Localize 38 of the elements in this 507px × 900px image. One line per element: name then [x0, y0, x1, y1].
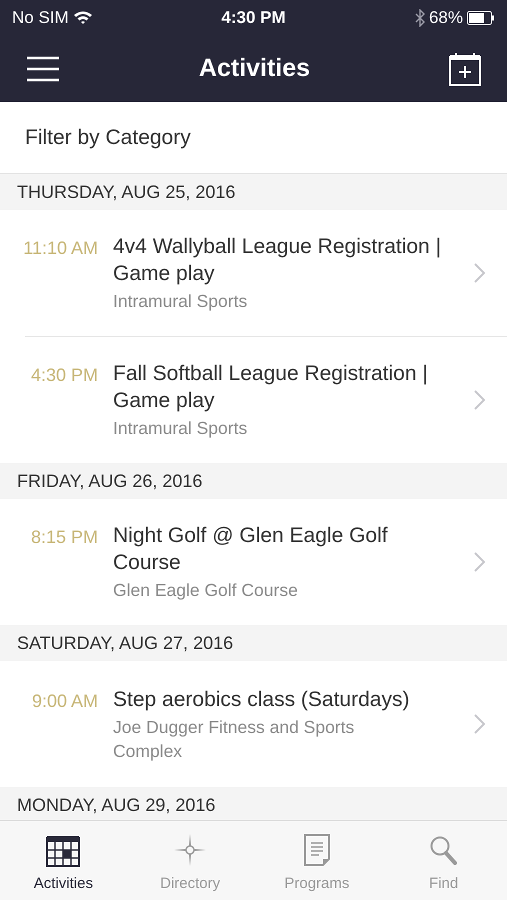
calendar-add-icon[interactable] [448, 52, 481, 86]
page-title: Activities [198, 52, 310, 84]
clock-text: 4:30 PM [221, 6, 286, 29]
chevron-right-icon [474, 263, 485, 283]
date-header: SATURDAY, AUG 27, 2016 [0, 625, 507, 661]
event-title: 4v4 Wallyball League Registration | Game play [113, 234, 442, 287]
event-title: Night Golf @ Glen Eagle Golf Course [113, 523, 389, 576]
event-location: Glen Eagle Golf Course [113, 579, 299, 602]
event-time: 11:10 AM [22, 237, 98, 260]
event-row[interactable]: 8:15 PM Night Golf @ Glen Eagle Golf Course Glen Eagle Golf Course [25, 499, 507, 625]
document-icon [302, 832, 331, 866]
date-header: FRIDAY, AUG 26, 2016 [0, 463, 507, 499]
tab-button[interactable]: Activities [0, 821, 127, 900]
event-location: Joe Dugger Fitness and Sports Complex [113, 716, 356, 762]
event-location: Intramural Sports [113, 417, 248, 440]
chevron-right-icon [474, 390, 485, 410]
event-title: Fall Softball League Registration | Game play [113, 361, 429, 414]
event-title: Step aerobics class (Saturdays) [113, 686, 410, 712]
date-header: THURSDAY, AUG 25, 2016 [0, 174, 507, 210]
calendar-icon [46, 834, 80, 866]
battery-percent: 68% [428, 6, 463, 29]
bluetooth-icon [414, 8, 425, 26]
event-location: Intramural Sports [113, 290, 248, 313]
filter-by-category[interactable]: Filter by Category [25, 122, 191, 154]
wifi-icon [72, 10, 93, 25]
event-time: 9:00 AM [30, 690, 98, 712]
search-icon [428, 834, 459, 866]
event-row[interactable]: 11:10 AM 4v4 Wallyball League Registration | Game play Intramural Sports [25, 210, 507, 336]
event-row[interactable]: 9:00 AM Step aerobics class (Saturdays) Joe Dugger Fitness and Sports Complex [25, 661, 507, 787]
event-row[interactable]: 4:30 PM Fall Softball League Registration | Game play Intramural Sports [25, 337, 507, 463]
chevron-right-icon [474, 552, 485, 572]
menu-icon[interactable] [26, 56, 60, 82]
carrier-text: No SIM [12, 6, 69, 29]
date-header: MONDAY, AUG 29, 2016 [0, 787, 507, 820]
battery-icon [467, 10, 495, 24]
event-time: 8:15 PM [30, 526, 98, 549]
chevron-right-icon [474, 714, 485, 734]
event-time: 4:30 PM [30, 364, 98, 387]
